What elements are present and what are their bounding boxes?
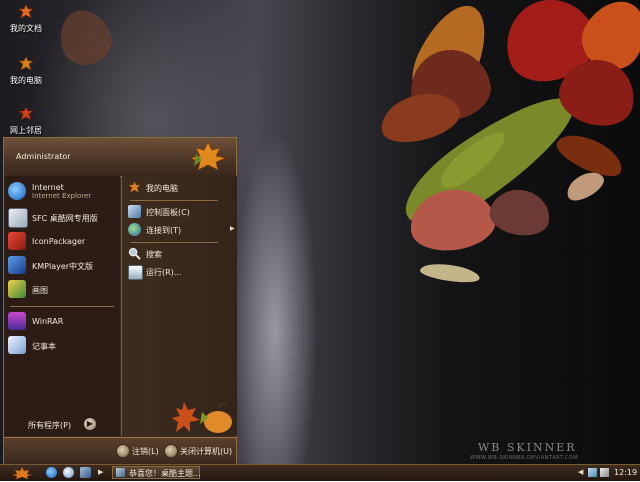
menu-item-winrar[interactable]: WinRAR: [8, 310, 118, 332]
volume-tray-icon[interactable]: [600, 468, 609, 477]
menu-item-sfc[interactable]: SFC 桌酷网专用版: [8, 206, 118, 228]
menu-separator: [130, 200, 218, 201]
quicklaunch-browser-icon[interactable]: [63, 467, 74, 478]
menu-item-iconpackager[interactable]: IconPackager: [8, 230, 118, 252]
desktop-icon-label: 我的文档: [10, 24, 42, 33]
start-menu-header: Administrator: [4, 138, 236, 177]
quicklaunch-expand-icon[interactable]: ▶: [98, 468, 103, 476]
menu-item-paint[interactable]: 画图: [8, 278, 118, 300]
watermark-title: WB SKINNER: [478, 441, 577, 454]
network-leaf-icon: [18, 106, 34, 122]
menu-item-notepad[interactable]: 记事本: [8, 334, 118, 356]
control-panel-icon: [128, 205, 141, 218]
menu-item-control-panel[interactable]: 控制面板(C): [128, 204, 232, 220]
user-name: Administrator: [16, 152, 71, 161]
watermark-url: WWW.WB-SKINNER.DEVIANTART.COM: [470, 455, 579, 461]
internet-explorer-icon: [8, 182, 26, 200]
run-icon: [128, 265, 143, 280]
power-icon: [164, 444, 178, 458]
menu-item-connect-to[interactable]: 连接到(T) ▶: [128, 222, 235, 238]
paint-icon: [8, 280, 26, 298]
search-icon: [128, 247, 141, 260]
menu-item-search[interactable]: 搜索: [128, 246, 232, 262]
wallpaper-leaf: [419, 260, 481, 286]
all-programs-arrow-icon[interactable]: ▶: [84, 418, 96, 430]
menu-separator: [130, 242, 218, 243]
start-menu-footer: 注销(L) 关闭计算机(U): [4, 437, 236, 464]
submenu-arrow-icon: ▶: [230, 225, 235, 232]
notepad-icon: [8, 336, 26, 354]
clock[interactable]: 12:19: [614, 468, 637, 477]
autumn-decoration-icon: [172, 398, 236, 438]
menu-item-my-computer[interactable]: 我的电脑: [128, 180, 232, 196]
iconpackager-icon: [8, 232, 26, 250]
taskbar: ▶ 恭喜您！桌酷主题... ◀ 12:19: [0, 464, 640, 481]
desktop-icon-my-documents[interactable]: 我的文档: [6, 4, 46, 34]
desktop-icon-label: 我的电脑: [10, 76, 42, 85]
network-tray-icon[interactable]: [588, 468, 597, 477]
wallpaper-leaf: [52, 3, 118, 72]
start-button[interactable]: [8, 466, 36, 480]
winrar-icon: [8, 312, 26, 330]
start-menu: Administrator Internet Internet Explorer…: [3, 137, 237, 464]
menu-item-kmplayer[interactable]: KMPlayer中文版: [8, 254, 118, 276]
my-computer-leaf-icon: [128, 181, 141, 194]
folder-leaf-icon: [18, 4, 34, 20]
start-menu-pinned-list: Internet Internet Explorer SFC 桌酷网专用版 Ic…: [4, 176, 120, 447]
connect-to-icon: [128, 223, 141, 236]
menu-separator: [10, 306, 114, 307]
quicklaunch-media-icon[interactable]: [80, 467, 91, 478]
quicklaunch-ie-icon[interactable]: [46, 467, 57, 478]
wallpaper-leaf: [486, 185, 554, 240]
taskbar-app-button[interactable]: 恭喜您！桌酷主题...: [112, 466, 201, 479]
menu-item-internet[interactable]: Internet Internet Explorer: [8, 180, 118, 202]
all-programs-label[interactable]: 所有程序(P): [28, 420, 71, 431]
computer-leaf-icon: [18, 56, 34, 72]
start-menu-system-list: 我的电脑 控制面板(C) 连接到(T) ▶ 搜索 运行(R)...: [121, 176, 237, 436]
system-tray: ◀ 12:19: [578, 466, 640, 480]
sfc-app-icon: [8, 208, 28, 228]
app-window-icon: [116, 468, 125, 477]
menu-item-run[interactable]: 运行(R)...: [128, 264, 232, 280]
desktop-icon-label: 网上邻居: [10, 126, 42, 135]
logoff-icon: [116, 444, 130, 458]
tray-expand-icon[interactable]: ◀: [578, 468, 583, 476]
kmplayer-icon: [8, 256, 26, 274]
maple-leaf-icon: [186, 140, 230, 176]
desktop-icon-network-places[interactable]: 网上邻居: [6, 106, 46, 136]
desktop-icon-my-computer[interactable]: 我的电脑: [6, 56, 46, 86]
